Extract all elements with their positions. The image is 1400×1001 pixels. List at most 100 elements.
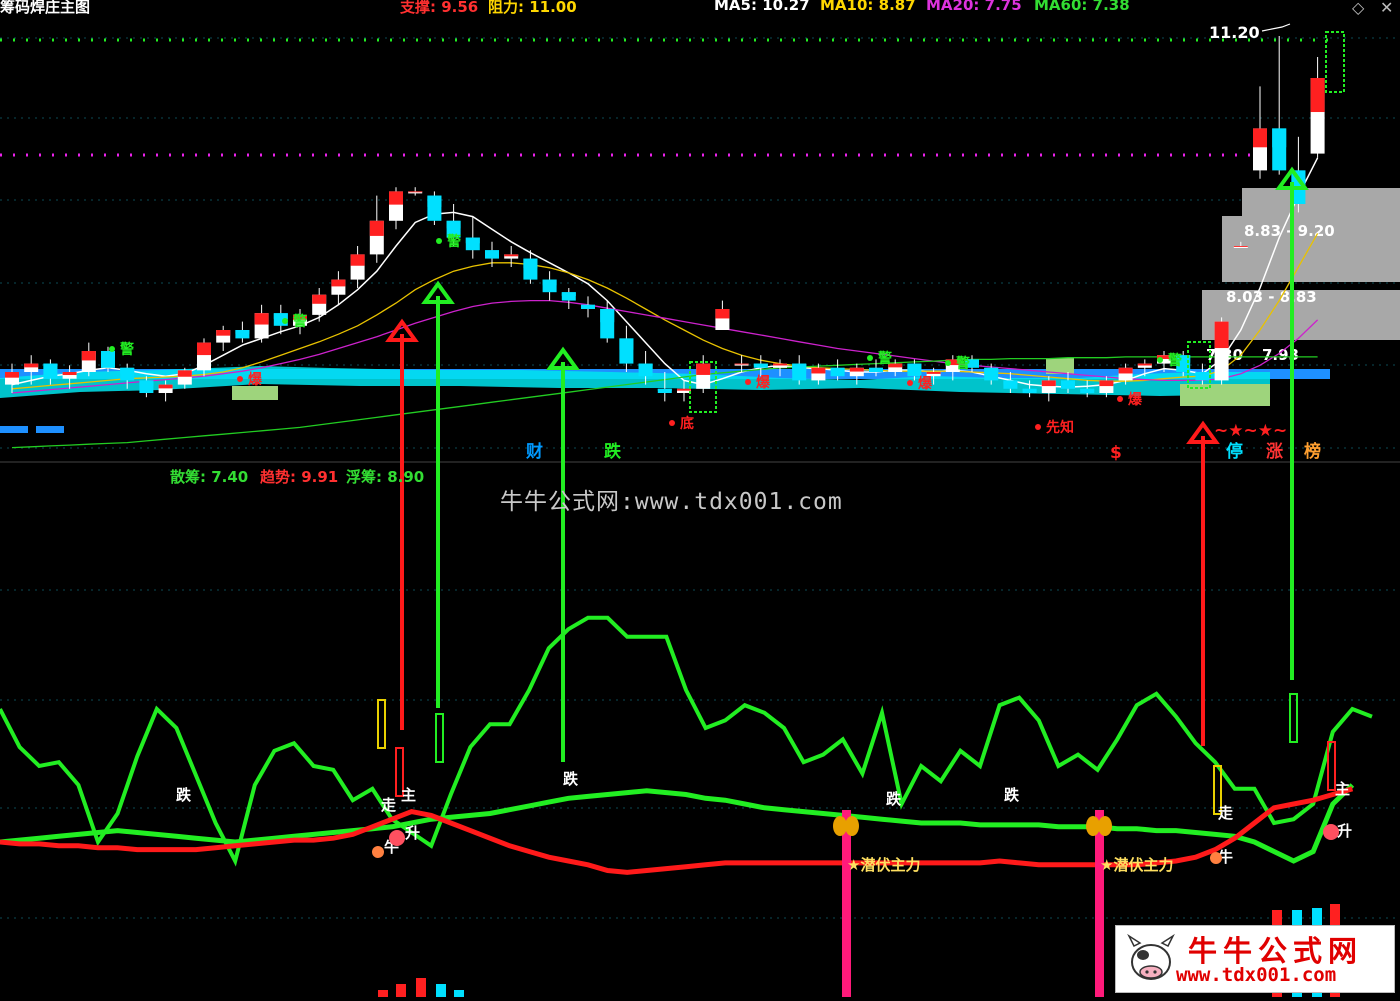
price-label-high: 11.20 [1209,23,1260,42]
sub-label-7: 跌 [1004,786,1020,804]
signal-box-4 [1289,693,1298,743]
candle-body-color [81,351,96,361]
candle-body-color [62,372,77,376]
volume-bar [436,984,446,997]
candle-body-color [101,351,115,359]
candle-body-color [1061,380,1075,385]
bull-badge-icon [1210,852,1222,864]
candle-body-color [273,313,288,319]
marker-14: $ [1110,443,1122,463]
price-label-zone1: 8.83 - 9.20 [1244,222,1335,240]
candle-body-color [485,250,499,254]
marker-1: 警 [293,313,307,330]
sub-label-8: ★潜伏主力 [847,856,920,874]
marker-8: 爆 [918,375,933,392]
candle-body-color [1099,380,1114,387]
candle-body-color [561,292,576,296]
candle-body-color [408,191,423,193]
candle-body-color [389,191,403,205]
candle-body-color [1022,388,1037,391]
chip-bar [0,426,28,433]
pillar [1095,810,1104,997]
candle-body-color [5,372,19,378]
candle-body-color [197,342,211,356]
candle-body-color [177,370,192,377]
profit-block [232,386,278,400]
candle-body-color [523,258,538,269]
candle-body-color [657,388,672,391]
candle-body-color [984,367,999,374]
candle-body-color [1003,380,1018,385]
marker-15: ~★~★~ [1214,421,1287,441]
marker-dot [1035,424,1041,430]
marker-18: 榜 [1304,441,1321,462]
sub-label-9: ★潜伏主力 [1100,856,1173,874]
sub-label-0: 跌 [176,786,192,804]
marker-3: 警 [878,350,892,367]
candle-body-color [446,220,461,229]
indicator-title: 筹码焊庄主图 [0,0,91,16]
diamond-icon[interactable]: ◇ [1352,0,1364,17]
sub-label-1: 走 [381,796,396,814]
candle-body-color [907,363,922,370]
marker-17: 涨 [1266,442,1283,462]
sub-label-13: 升 [1337,822,1352,840]
candle-body-color [600,309,615,323]
marker-dot [282,318,288,324]
price-label-zone2: 8.03 - 8.83 [1226,288,1317,306]
candle-body-color [427,195,442,207]
marker-dot [109,346,115,352]
ma5-label: MA5: 10.27 [714,0,810,14]
butterfly-icon [845,816,859,836]
candle-body-color [24,363,39,368]
candle-body-color [139,380,154,387]
candle-body-color [369,220,384,236]
volume-bar [416,978,426,997]
marker-dot [1157,357,1163,363]
close-icon[interactable]: ✕ [1380,0,1393,17]
chip-bar [36,426,64,433]
marker-12: 财 [525,441,543,462]
sub-label-12: 主 [1335,780,1350,798]
candle-body-color [638,363,653,370]
marker-dot [237,376,243,382]
marker-dot [907,380,913,386]
rise-badge-icon [389,830,405,846]
candle-body-color [1137,363,1152,366]
candle-body-color [312,294,327,304]
candle-body-color [811,367,826,374]
candle-body-color [254,313,269,325]
marker-7: 爆 [756,374,771,391]
sub-label-5: 跌 [563,770,579,788]
kline-chart[interactable]: 11.208.83 - 9.208.03 - 8.837.307.93警警警警警… [0,0,1400,997]
butterfly-icon [833,816,847,836]
candle-body-color [1253,128,1267,148]
price-zone-box [1242,188,1400,216]
candle-body-color [849,367,864,372]
signal-frame-2 [1325,31,1345,93]
pillar [842,810,851,997]
support-label: 支撑: 9.56 [400,0,479,16]
marker-4: 警 [956,355,970,372]
signal-box-0 [377,699,386,749]
high-pointer-line [1261,23,1291,32]
volume-bar [454,990,464,997]
marker-dot [1117,396,1123,402]
candle-body-color [792,363,807,372]
volume-bar [378,990,388,997]
candle-body-color [869,367,883,370]
candle-body-color [696,363,711,375]
profit-block [1180,384,1270,406]
qushi-label: 趋势: 9.91 [260,468,339,486]
candle-body-color [331,279,346,287]
resistance-label: 阻力: 11.00 [488,0,577,16]
ma10-label: MA10: 8.87 [820,0,916,14]
marker-0: 警 [120,341,134,358]
sanchou-label: 散筹: 7.40 [170,468,249,486]
marker-5: 警 [1168,352,1182,369]
volume-bar [396,984,406,997]
candle-body-color [43,363,58,371]
marker-10: 底 [680,415,694,432]
candle-body-color [581,304,595,307]
cow-icon [1127,933,1175,980]
